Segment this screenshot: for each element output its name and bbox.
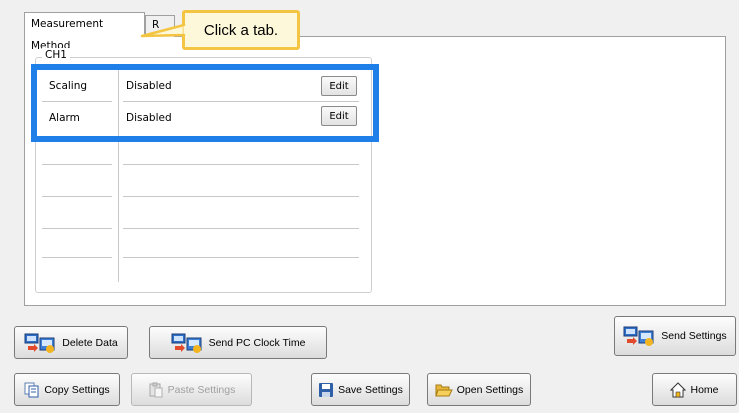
row-divider [123,101,359,102]
setting-value-scaling: Disabled [126,80,172,92]
open-settings-label: Open Settings [456,383,524,396]
row-divider [42,164,112,165]
row-divider [123,257,359,258]
open-folder-icon [435,384,453,396]
tab-measurement-method[interactable]: Measurement Method [24,12,145,52]
group-label: CH1 [42,48,70,62]
delete-data-button[interactable]: Delete Data [14,326,128,359]
paste-settings-label: Paste Settings [167,383,236,396]
table-column-separator [118,66,119,282]
row-divider [42,101,112,102]
setting-name-scaling: Scaling [49,80,88,92]
home-label: Home [690,383,719,396]
home-icon [670,381,687,397]
save-settings-label: Save Settings [338,383,403,396]
pc-device-icon [24,333,55,353]
edit-scaling-button[interactable]: Edit [321,76,357,96]
send-pc-clock-time-button[interactable]: Send PC Clock Time [149,326,327,359]
pc-device-icon [623,326,654,346]
copy-settings-label: Copy Settings [44,383,110,396]
callout-pointer [140,24,187,38]
copy-icon [24,382,39,397]
send-settings-button[interactable]: Send Settings [614,316,736,356]
row-divider [42,228,112,229]
row-divider [123,164,359,165]
save-settings-button[interactable]: Save Settings [311,373,410,406]
pc-device-icon [171,333,202,353]
paste-icon [149,382,163,397]
save-disk-icon [319,382,334,397]
edit-alarm-button[interactable]: Edit [321,106,357,126]
row-divider [123,228,359,229]
send-settings-label: Send Settings [661,330,727,342]
callout-tooltip: Click a tab. [182,10,300,50]
row-divider [123,196,359,197]
send-pc-clock-time-label: Send PC Clock Time [208,336,306,349]
open-settings-button[interactable]: Open Settings [427,373,531,406]
home-button[interactable]: Home [652,373,737,406]
paste-settings-button[interactable]: Paste Settings [131,373,252,406]
row-divider [42,196,112,197]
setting-value-alarm: Disabled [126,112,172,124]
setting-name-alarm: Alarm [49,112,80,124]
copy-settings-button[interactable]: Copy Settings [14,373,120,406]
row-divider [42,257,112,258]
delete-data-label: Delete Data [62,336,118,349]
